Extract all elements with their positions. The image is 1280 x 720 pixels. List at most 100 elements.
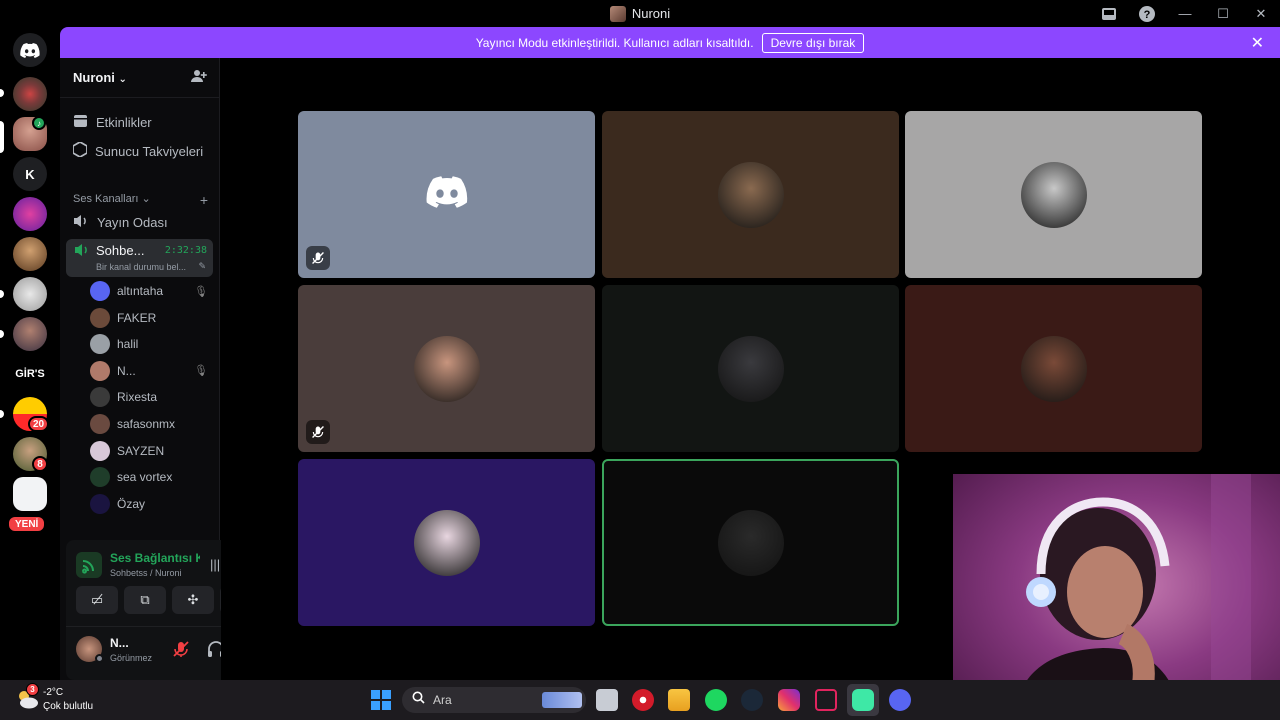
voice-user-name: safasonmx	[117, 417, 176, 431]
camera-off-icon: ▭̸	[90, 592, 104, 607]
steam-icon[interactable]	[741, 689, 763, 711]
channel-status: Bir kanal durumu bel...	[96, 262, 187, 272]
signal-icon	[76, 552, 102, 583]
participant-tile[interactable]	[602, 285, 899, 452]
sidebar-item-server-boosts[interactable]: Sunucu Takviyeleri	[66, 138, 214, 164]
disable-streamer-mode-button[interactable]: Devre dışı bırak	[761, 32, 865, 53]
participant-tile[interactable]	[298, 285, 595, 452]
task-view-icon[interactable]	[596, 689, 618, 711]
streamlabs-icon[interactable]	[852, 689, 874, 711]
mention-badge: 20	[28, 416, 50, 432]
server-icon[interactable]	[13, 197, 47, 231]
voice-status: Ses Bağlantısı K	[110, 551, 200, 565]
windows-taskbar: 3 -2°C Çok bulutlu Ara	[0, 680, 1280, 720]
server-icon-k[interactable]: K	[13, 157, 47, 191]
server-icon[interactable]	[13, 237, 47, 271]
taskbar-search[interactable]: Ara	[402, 687, 586, 713]
participant-tile[interactable]	[905, 285, 1202, 452]
participant-avatar	[717, 161, 784, 228]
activities-button[interactable]: ✣	[172, 586, 214, 614]
spotify-icon[interactable]	[705, 689, 727, 711]
speaker-icon	[73, 214, 89, 231]
voice-user-name: sea vortex	[117, 470, 173, 485]
search-highlight-icon	[542, 692, 582, 708]
voice-channel-yayin-odasi[interactable]: Yayın Odası	[66, 209, 214, 235]
server-icon[interactable]	[13, 477, 47, 511]
voice-user-row[interactable]: SAYZEN	[90, 439, 214, 463]
user-avatar	[90, 281, 110, 301]
voice-user-row[interactable]: FAKER	[90, 306, 214, 330]
voice-user-row[interactable]: N... 🎙	[90, 359, 214, 383]
discord-home-icon[interactable]	[13, 33, 47, 67]
valorant-icon[interactable]	[815, 689, 837, 711]
noise-suppression-icon[interactable]: |||	[210, 557, 220, 572]
user-avatar	[90, 307, 110, 328]
voice-user-row[interactable]: Özay	[90, 492, 214, 516]
voice-user-name: N...	[117, 363, 136, 378]
streamer-mode-banner: Yayıncı Modu etkinleştirildi. Kullanıcı …	[60, 27, 1280, 58]
weather-badge: 3	[26, 683, 39, 696]
unread-pill	[0, 89, 4, 97]
user-avatar	[90, 493, 110, 514]
participant-avatar	[1020, 335, 1087, 402]
minimize-button[interactable]: —	[1166, 0, 1204, 27]
guild-header[interactable]: Nuroni ⌄	[60, 58, 219, 98]
call-timer: 2:32:38	[164, 245, 207, 256]
maximize-button[interactable]: ☐	[1204, 0, 1242, 27]
participant-avatar	[413, 509, 480, 576]
instagram-icon[interactable]	[778, 689, 800, 711]
participant-tile[interactable]	[298, 111, 595, 278]
voice-user-row[interactable]: altıntaha 🎙	[90, 279, 214, 303]
voice-user-row[interactable]: sea vortex	[90, 465, 214, 489]
search-placeholder: Ara	[433, 693, 452, 707]
voice-location[interactable]: Sohbetss / Nuroni	[110, 568, 182, 578]
screen-share-icon: ⧉	[140, 592, 150, 607]
sidebar-item-label: Etkinlikler	[96, 114, 152, 130]
voice-category[interactable]: Ses Kanalları ⌄ +	[73, 192, 208, 208]
opera-icon[interactable]	[632, 689, 654, 711]
sidebar-item-events[interactable]: Etkinlikler	[66, 109, 214, 135]
voice-user-row[interactable]: halil	[90, 332, 214, 356]
participant-tile[interactable]	[905, 111, 1202, 278]
close-window-button[interactable]: ✕	[1242, 0, 1280, 27]
server-icon[interactable]	[13, 317, 47, 351]
mic-muted-icon[interactable]	[172, 640, 190, 662]
server-icon[interactable]	[13, 77, 47, 111]
add-channel-icon[interactable]: +	[200, 192, 208, 208]
mic-muted-icon: 🎙	[194, 365, 208, 378]
inbox-icon[interactable]	[1090, 0, 1128, 27]
voice-user-name: altıntaha	[117, 284, 164, 298]
edit-status-icon[interactable]: ✎	[198, 261, 206, 272]
server-letter: K	[25, 166, 35, 182]
voice-user-name: SAYZEN	[117, 443, 165, 458]
server-icon-girs[interactable]: GİR'S	[13, 357, 47, 391]
chevron-down-icon: ⌄	[118, 74, 127, 85]
voice-indicator-icon: ♪	[32, 116, 46, 130]
user-avatar	[90, 440, 110, 461]
new-badge: YENİ	[7, 515, 47, 533]
screen-share-button[interactable]: ⧉	[124, 586, 166, 614]
mic-muted-icon	[306, 246, 330, 270]
server-icon[interactable]	[13, 277, 47, 311]
channel-sidebar: Nuroni ⌄ Etkinlikler Sunucu Takviyeleri …	[60, 58, 270, 680]
voice-user-row[interactable]: Rixesta	[90, 385, 214, 409]
channel-label: Yayın Odası	[97, 214, 168, 230]
close-banner-icon[interactable]: ✕	[1251, 33, 1264, 53]
voice-channel-sohbet[interactable]: Sohbe... 2:32:38 Bir kanal durumu bel...…	[66, 239, 213, 277]
user-name: N...	[110, 636, 129, 650]
file-explorer-icon[interactable]	[668, 689, 690, 711]
help-icon[interactable]: ?	[1128, 0, 1166, 27]
participant-avatar	[413, 335, 480, 402]
participant-tile[interactable]	[602, 111, 899, 278]
start-menu-icon[interactable]	[371, 690, 391, 710]
camera-off-button[interactable]: ▭̸	[76, 586, 118, 614]
discord-taskbar-icon[interactable]	[889, 689, 911, 711]
participant-tile[interactable]	[602, 459, 899, 626]
voice-user-row[interactable]: safasonmx	[90, 412, 214, 436]
participant-tile[interactable]	[298, 459, 595, 626]
svg-text:?: ?	[1144, 9, 1151, 21]
invite-people-icon[interactable]	[191, 69, 207, 86]
mic-muted-icon: 🎙	[194, 285, 208, 298]
calendar-icon	[73, 113, 88, 131]
server-rail: ♪ K GİR'S 20 8 YENİ	[0, 27, 60, 680]
